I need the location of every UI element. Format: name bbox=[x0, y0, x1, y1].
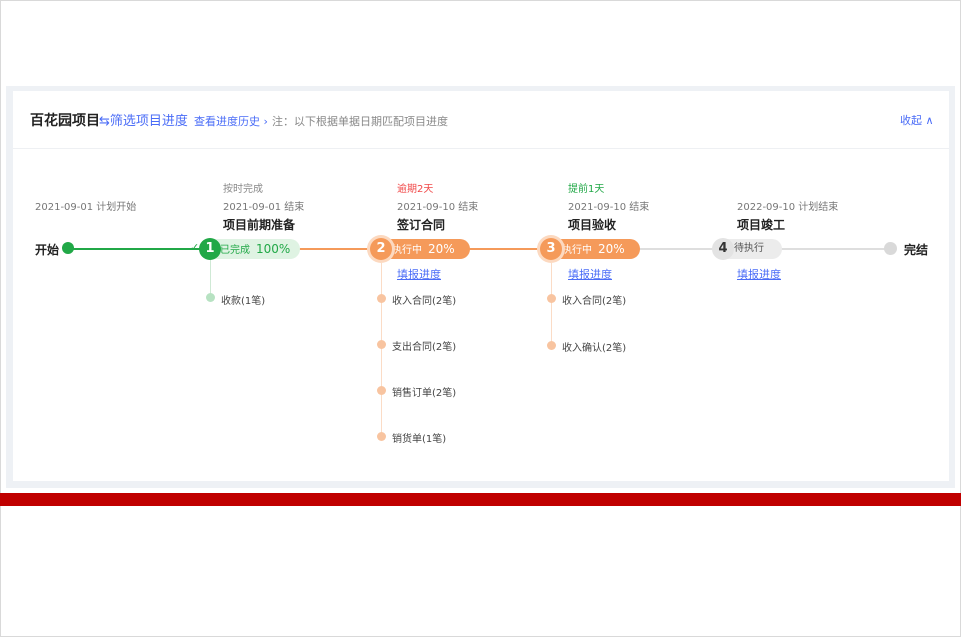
stage-2-sub-item-0[interactable]: 收入合同(2笔) bbox=[392, 292, 456, 307]
stage-2-sub-item-1[interactable]: 支出合同(2笔) bbox=[392, 338, 456, 353]
stage-1-date: 2021-09-01 结束 bbox=[223, 202, 305, 213]
stage-3-circle: 3 bbox=[540, 238, 562, 260]
line-start-to-1 bbox=[68, 248, 210, 250]
collapse-label: 收起 bbox=[900, 114, 922, 127]
view-history-link[interactable]: 查看进度历史 › bbox=[194, 113, 268, 129]
stage-4-circle: 4 bbox=[712, 238, 734, 260]
stage-2-status-note: 逾期2天 bbox=[397, 184, 434, 195]
stage-4-fill-progress-link[interactable]: 填报进度 bbox=[737, 266, 781, 282]
card-header: 百花园项目 ⇆筛选项目进度 查看进度历史 › 注：以下根据单据日期匹配项目进度 … bbox=[13, 91, 949, 149]
red-divider bbox=[0, 493, 961, 506]
stage-2-sub-dot-0 bbox=[377, 294, 386, 303]
stage-1-circle: 1 bbox=[199, 238, 221, 260]
stage-4-date: 2022-09-10 计划结束 bbox=[737, 202, 839, 213]
chevron-up-icon: ∧ bbox=[922, 114, 934, 127]
stage-1-state: 已完成 bbox=[220, 245, 250, 256]
end-dot bbox=[884, 242, 897, 255]
stage-3-state: 执行中 bbox=[562, 245, 592, 256]
stage-2-fill-progress-link[interactable]: 填报进度 bbox=[397, 266, 441, 282]
end-label: 完结 bbox=[904, 243, 929, 257]
stage-3-date: 2021-09-10 结束 bbox=[568, 202, 650, 213]
stage-1-status-note: 按时完成 bbox=[223, 184, 263, 195]
history-link-label: 查看进度历史 bbox=[194, 115, 260, 128]
stage-2-sub-dot-2 bbox=[377, 386, 386, 395]
stage-2-sub-dot-3 bbox=[377, 432, 386, 441]
stage-2-date: 2021-09-10 结束 bbox=[397, 202, 479, 213]
stage-3-fill-progress-link[interactable]: 填报进度 bbox=[568, 266, 612, 282]
stage-1-sub-item-0[interactable]: 收款(1笔) bbox=[221, 292, 265, 307]
note-text: 注：以下根据单据日期匹配项目进度 bbox=[272, 115, 448, 128]
stage-3-name: 项目验收 bbox=[568, 218, 617, 232]
stage-3-sub-item-1[interactable]: 收入确认(2笔) bbox=[562, 339, 626, 354]
filter-progress-label: 筛选项目进度 bbox=[109, 114, 188, 129]
collapse-button[interactable]: 收起 ∧ bbox=[900, 112, 934, 128]
check-icon: ✓ bbox=[190, 241, 200, 254]
stage-2-sub-item-2[interactable]: 销售订单(2笔) bbox=[392, 384, 456, 399]
stage-1-sub-dot-0 bbox=[206, 293, 215, 302]
stage-4-name: 项目竣工 bbox=[737, 218, 786, 232]
stage-3-vline bbox=[551, 262, 552, 346]
project-title: 百花园项目 bbox=[30, 113, 100, 129]
stage-3-status-note: 提前1天 bbox=[568, 184, 605, 195]
stage-3-sub-dot-1 bbox=[547, 341, 556, 350]
start-date: 2021-09-01 计划开始 bbox=[35, 202, 137, 213]
chevron-right-icon: › bbox=[260, 115, 268, 128]
stage-2-name: 签订合同 bbox=[397, 218, 446, 232]
stage-3-sub-dot-0 bbox=[547, 294, 556, 303]
progress-card bbox=[13, 91, 949, 481]
stage-2-sub-item-3[interactable]: 销货单(1笔) bbox=[392, 430, 446, 445]
stage-2-progress: 20% bbox=[428, 242, 455, 256]
stage-4-state: 待执行 bbox=[734, 243, 764, 254]
swap-icon: ⇆ bbox=[99, 114, 110, 129]
start-label: 开始 bbox=[35, 243, 60, 257]
stage-3-progress: 20% bbox=[598, 242, 625, 256]
stage-2-state: 执行中 bbox=[392, 245, 422, 256]
stage-2-vline bbox=[381, 262, 382, 438]
stage-2-sub-dot-1 bbox=[377, 340, 386, 349]
start-dot bbox=[62, 242, 74, 254]
stage-1-progress: 100% bbox=[256, 242, 291, 256]
stage-1-name: 项目前期准备 bbox=[223, 218, 296, 232]
stage-2-circle: 2 bbox=[370, 238, 392, 260]
stage-3-sub-item-0[interactable]: 收入合同(2笔) bbox=[562, 292, 626, 307]
filter-progress-link[interactable]: ⇆筛选项目进度 bbox=[99, 110, 188, 129]
